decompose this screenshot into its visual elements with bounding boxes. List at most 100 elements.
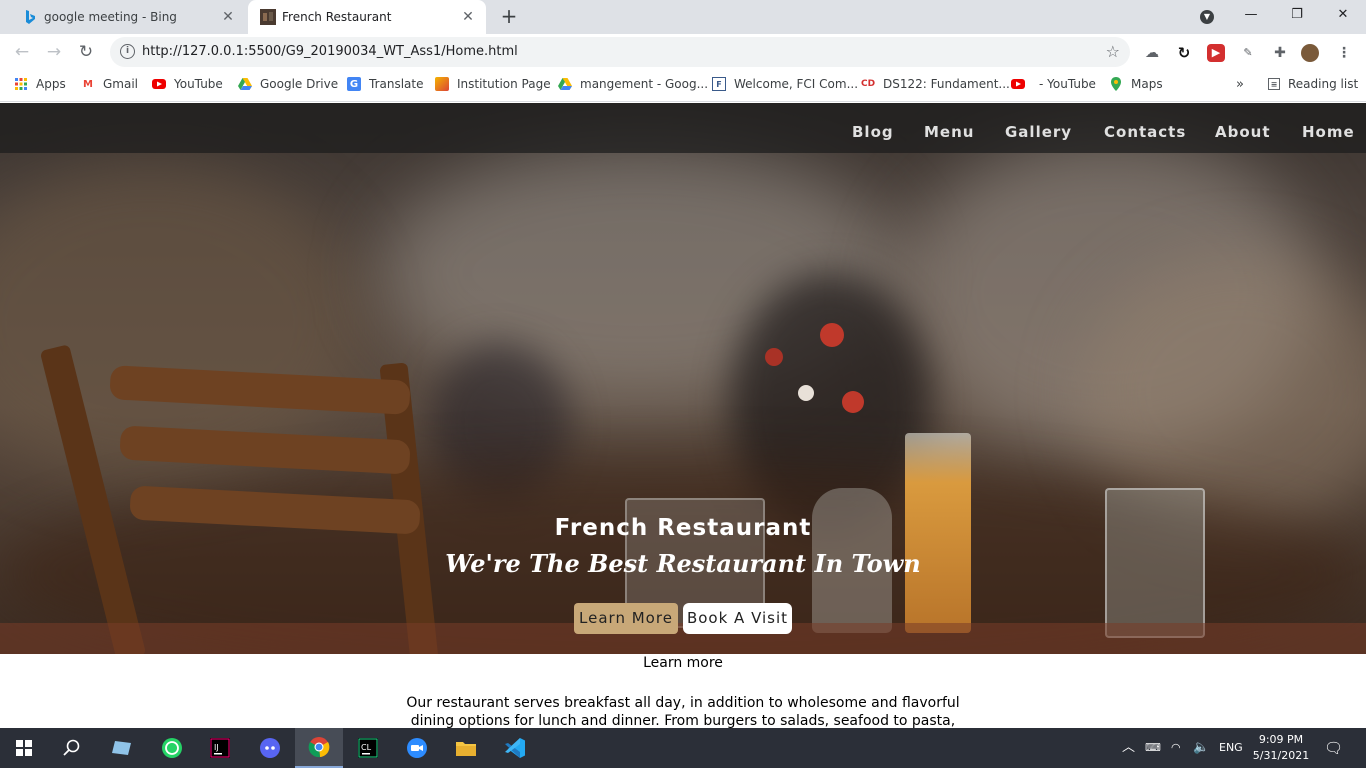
bing-icon bbox=[22, 9, 38, 25]
bookmark-label: Gmail bbox=[103, 77, 139, 91]
youtube-icon bbox=[1011, 77, 1025, 91]
show-hidden-icons-icon[interactable]: ︿ bbox=[1122, 728, 1135, 768]
learn-more-heading: Learn more bbox=[643, 655, 723, 671]
extension-cloud-icon[interactable]: ☁ bbox=[1143, 44, 1161, 62]
svg-text:CL: CL bbox=[361, 743, 372, 752]
intellij-icon[interactable]: IJ bbox=[196, 728, 244, 768]
close-window-icon[interactable]: ✕ bbox=[1320, 0, 1366, 32]
bookmark-fci[interactable]: F Welcome, FCI Com... bbox=[712, 70, 858, 98]
search-icon[interactable] bbox=[48, 728, 96, 768]
apps-grid-icon bbox=[14, 77, 28, 91]
address-bar[interactable]: i http://127.0.0.1:5500/G9_20190034_WT_A… bbox=[110, 37, 1130, 67]
chrome-icon[interactable] bbox=[295, 728, 343, 768]
whatsapp-icon[interactable] bbox=[148, 728, 196, 768]
input-method-icon[interactable]: ⌨ bbox=[1145, 728, 1161, 768]
page-viewport: Blog Menu Gallery Contacts About Home Fr… bbox=[0, 103, 1366, 728]
forward-icon[interactable]: → bbox=[42, 40, 66, 64]
gmail-icon: M bbox=[83, 78, 93, 90]
bookmark-apps[interactable]: Apps bbox=[14, 70, 66, 98]
youtube-icon bbox=[152, 77, 166, 91]
hero-subtitle: We're The Best Restaurant In Town bbox=[445, 549, 921, 578]
bookmark-label: DS122: Fundament... bbox=[883, 77, 1010, 91]
reading-list-button[interactable]: ≡ Reading list bbox=[1268, 70, 1358, 98]
bookmarks-overflow-icon[interactable]: » bbox=[1236, 70, 1244, 98]
notification-center-icon[interactable]: 🗨 bbox=[1324, 728, 1343, 768]
back-icon[interactable]: ← bbox=[10, 40, 34, 64]
clock-date: 5/31/2021 bbox=[1252, 749, 1310, 762]
bookmark-translate[interactable]: G Translate bbox=[347, 70, 424, 98]
restore-icon[interactable]: ❐ bbox=[1274, 0, 1320, 32]
bookmark-gmail[interactable]: M Gmail bbox=[81, 70, 138, 98]
bookmark-label: mangement - Goog... bbox=[580, 77, 709, 91]
extension-sync-icon[interactable]: ↻ bbox=[1175, 44, 1193, 62]
bookmark-youtube-2[interactable]: - YouTube bbox=[1011, 70, 1096, 98]
bookmark-label: Maps bbox=[1131, 77, 1163, 91]
wifi-icon[interactable]: ◠ bbox=[1171, 728, 1181, 768]
url-text[interactable]: http://127.0.0.1:5500/G9_20190034_WT_Ass… bbox=[142, 37, 518, 67]
translate-icon: G bbox=[347, 77, 361, 91]
minimize-icon[interactable]: — bbox=[1228, 0, 1274, 32]
google-drive-icon bbox=[238, 77, 252, 91]
zoom-icon[interactable] bbox=[393, 728, 441, 768]
extension-eyedropper-icon[interactable]: ✎ bbox=[1239, 44, 1257, 62]
tab-search-icon[interactable]: ▼ bbox=[1200, 10, 1214, 24]
clion-icon[interactable]: CL bbox=[344, 728, 392, 768]
maps-icon bbox=[1109, 77, 1123, 91]
reload-icon[interactable]: ↻ bbox=[74, 40, 98, 64]
about-line: dining options for lunch and dinner. Fro… bbox=[410, 713, 956, 728]
volume-icon[interactable]: 🔈 bbox=[1193, 728, 1209, 768]
notepad-icon[interactable] bbox=[98, 728, 146, 768]
bookmark-label: Institution Page bbox=[457, 77, 551, 91]
nav-gallery[interactable]: Gallery bbox=[1005, 103, 1072, 161]
bookmark-label: Google Drive bbox=[260, 77, 339, 91]
bookmark-google-drive[interactable]: Google Drive bbox=[238, 70, 338, 98]
nav-home[interactable]: Home bbox=[1302, 103, 1355, 161]
bookmark-label: Apps bbox=[36, 77, 66, 91]
bookmark-maps[interactable]: Maps bbox=[1109, 70, 1163, 98]
svg-text:IJ: IJ bbox=[214, 743, 219, 752]
tab-title: google meeting - Bing bbox=[44, 10, 177, 24]
about-line: Our restaurant serves breakfast all day,… bbox=[406, 695, 960, 711]
browser-toolbar: ← → ↻ i http://127.0.0.1:5500/G9_2019003… bbox=[0, 34, 1366, 70]
bookmark-label: - YouTube bbox=[1039, 77, 1096, 91]
vscode-icon[interactable] bbox=[491, 728, 539, 768]
book-a-visit-button[interactable]: Book A Visit bbox=[683, 603, 792, 634]
reading-list-icon: ≡ bbox=[1268, 78, 1280, 90]
extension-video-icon[interactable]: ▶ bbox=[1207, 44, 1225, 62]
site-info-icon[interactable]: i bbox=[120, 44, 135, 59]
site-navbar: Blog Menu Gallery Contacts About Home bbox=[0, 103, 1366, 153]
bookmark-institution-page[interactable]: Institution Page bbox=[435, 70, 551, 98]
about-paragraph: Our restaurant serves breakfast all day,… bbox=[390, 694, 976, 728]
bookmark-star-icon[interactable]: ☆ bbox=[1106, 37, 1120, 67]
nav-blog[interactable]: Blog bbox=[852, 103, 894, 161]
institution-icon bbox=[435, 77, 449, 91]
windows-start-icon[interactable] bbox=[0, 728, 48, 768]
bookmark-label: Translate bbox=[369, 77, 424, 91]
file-explorer-icon[interactable] bbox=[442, 728, 490, 768]
close-tab-icon[interactable]: ✕ bbox=[220, 9, 236, 25]
bookmarks-bar: Apps M Gmail YouTube Google Drive G Tran… bbox=[0, 70, 1366, 102]
bookmark-youtube[interactable]: YouTube bbox=[152, 70, 223, 98]
tab-french-restaurant[interactable]: French Restaurant ✕ bbox=[248, 0, 486, 34]
restaurant-favicon bbox=[260, 9, 276, 25]
nav-about[interactable]: About bbox=[1215, 103, 1271, 161]
learn-more-button[interactable]: Learn More bbox=[574, 603, 678, 634]
profile-avatar[interactable] bbox=[1301, 44, 1319, 62]
google-drive-icon bbox=[558, 77, 572, 91]
bookmark-ds122[interactable]: CD DS122: Fundament... bbox=[861, 70, 1010, 98]
hero-section: Blog Menu Gallery Contacts About Home Fr… bbox=[0, 103, 1366, 654]
extensions-puzzle-icon[interactable]: ✚ bbox=[1271, 44, 1289, 62]
language-indicator[interactable]: ENG bbox=[1219, 728, 1243, 768]
tab-title: French Restaurant bbox=[282, 10, 392, 24]
tab-bing[interactable]: google meeting - Bing ✕ bbox=[0, 0, 246, 34]
discord-icon[interactable] bbox=[246, 728, 294, 768]
reading-list-label: Reading list bbox=[1288, 77, 1359, 91]
system-clock[interactable]: 9:09 PM 5/31/2021 bbox=[1244, 732, 1318, 764]
bookmark-label: Welcome, FCI Com... bbox=[734, 77, 859, 91]
new-tab-icon[interactable]: + bbox=[498, 6, 520, 28]
browser-menu-icon[interactable]: ⋮ bbox=[1335, 44, 1353, 62]
nav-menu[interactable]: Menu bbox=[924, 103, 974, 161]
nav-contacts[interactable]: Contacts bbox=[1104, 103, 1186, 161]
bookmark-mangement[interactable]: mangement - Goog... bbox=[558, 70, 708, 98]
close-tab-icon[interactable]: ✕ bbox=[460, 9, 476, 25]
